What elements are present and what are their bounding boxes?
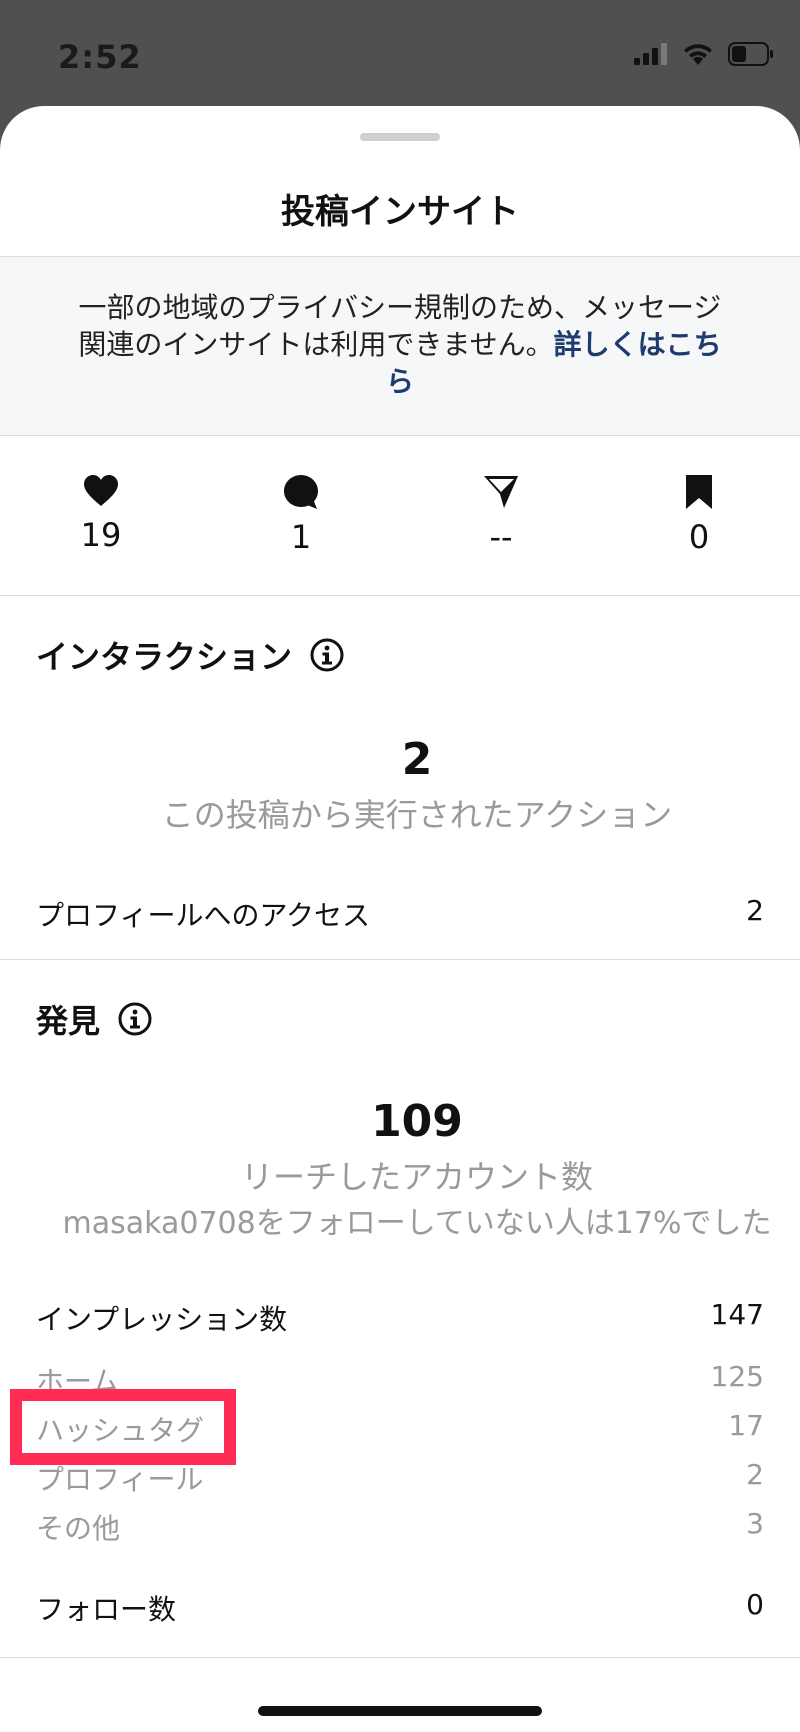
other-value: 3 (746, 1507, 764, 1540)
follows-value: 0 (746, 1588, 764, 1621)
impressions-value: 147 (710, 1298, 764, 1331)
section-divider (0, 1657, 800, 1658)
saves-metric: 0 (639, 474, 759, 556)
interaction-subtitle: この投稿から実行されたアクション (161, 796, 673, 834)
status-time: 2:52 (58, 38, 142, 76)
cellular-signal-icon (634, 43, 667, 65)
section-divider (0, 959, 800, 960)
impressions-row: インプレッション数 147 (36, 1298, 764, 1338)
status-icons (634, 42, 774, 66)
profile-visits-label: プロフィールへのアクセス (36, 899, 371, 932)
insights-sheet: 投稿インサイト 一部の地域のプライバシー規制のため、メッセージ関連のインサイトは… (0, 106, 800, 1732)
interaction-title: インタラクション (36, 638, 293, 676)
reach-label: リーチしたアカウント数 (240, 1158, 593, 1196)
profile-visits-value: 2 (746, 894, 764, 927)
info-icon[interactable] (118, 1002, 152, 1036)
privacy-notice: 一部の地域のプライバシー規制のため、メッセージ関連のインサイトは利用できません。… (0, 256, 800, 436)
wifi-icon (684, 44, 712, 65)
profile-visits-row: プロフィールへのアクセス 2 (36, 894, 764, 934)
impressions-other-row: その他 3 (36, 1507, 764, 1547)
other-label: その他 (36, 1512, 121, 1545)
hashtag-value: 17 (728, 1409, 764, 1442)
comments-metric: 1 (241, 474, 361, 556)
profile-value: 2 (746, 1458, 764, 1491)
share-icon (484, 476, 518, 508)
follows-row: フォロー数 0 (36, 1588, 764, 1628)
hashtag-highlight-box (10, 1389, 236, 1465)
reach-note: masaka0708をフォローしていない人は17%でした (62, 1206, 772, 1241)
home-value: 125 (710, 1360, 764, 1393)
home-indicator[interactable] (258, 1706, 542, 1716)
comment-icon (284, 475, 318, 509)
info-icon[interactable] (310, 638, 344, 672)
likes-count: 19 (80, 516, 122, 554)
likes-metric: 19 (41, 474, 161, 554)
impressions-label: インプレッション数 (36, 1303, 288, 1336)
sheet-title: 投稿インサイト (281, 192, 519, 232)
follows-label: フォロー数 (36, 1593, 177, 1626)
shares-count: -- (489, 518, 513, 556)
status-bar: 2:52 (0, 0, 800, 110)
engagement-metrics: 19 1 -- 0 (0, 436, 800, 596)
battery-icon (728, 42, 773, 66)
bookmark-icon (686, 475, 712, 509)
interaction-section-header: インタラクション (36, 632, 344, 678)
discovery-title: 発見 (36, 1002, 101, 1040)
heart-icon (84, 475, 118, 506)
discovery-section-header: 発見 (36, 996, 152, 1042)
sheet-grabber[interactable] (360, 133, 440, 141)
saves-count: 0 (688, 518, 710, 556)
reach-total: 109 (371, 1096, 463, 1147)
comments-count: 1 (290, 518, 312, 556)
shares-metric: -- (441, 474, 561, 556)
interaction-total: 2 (401, 734, 433, 785)
